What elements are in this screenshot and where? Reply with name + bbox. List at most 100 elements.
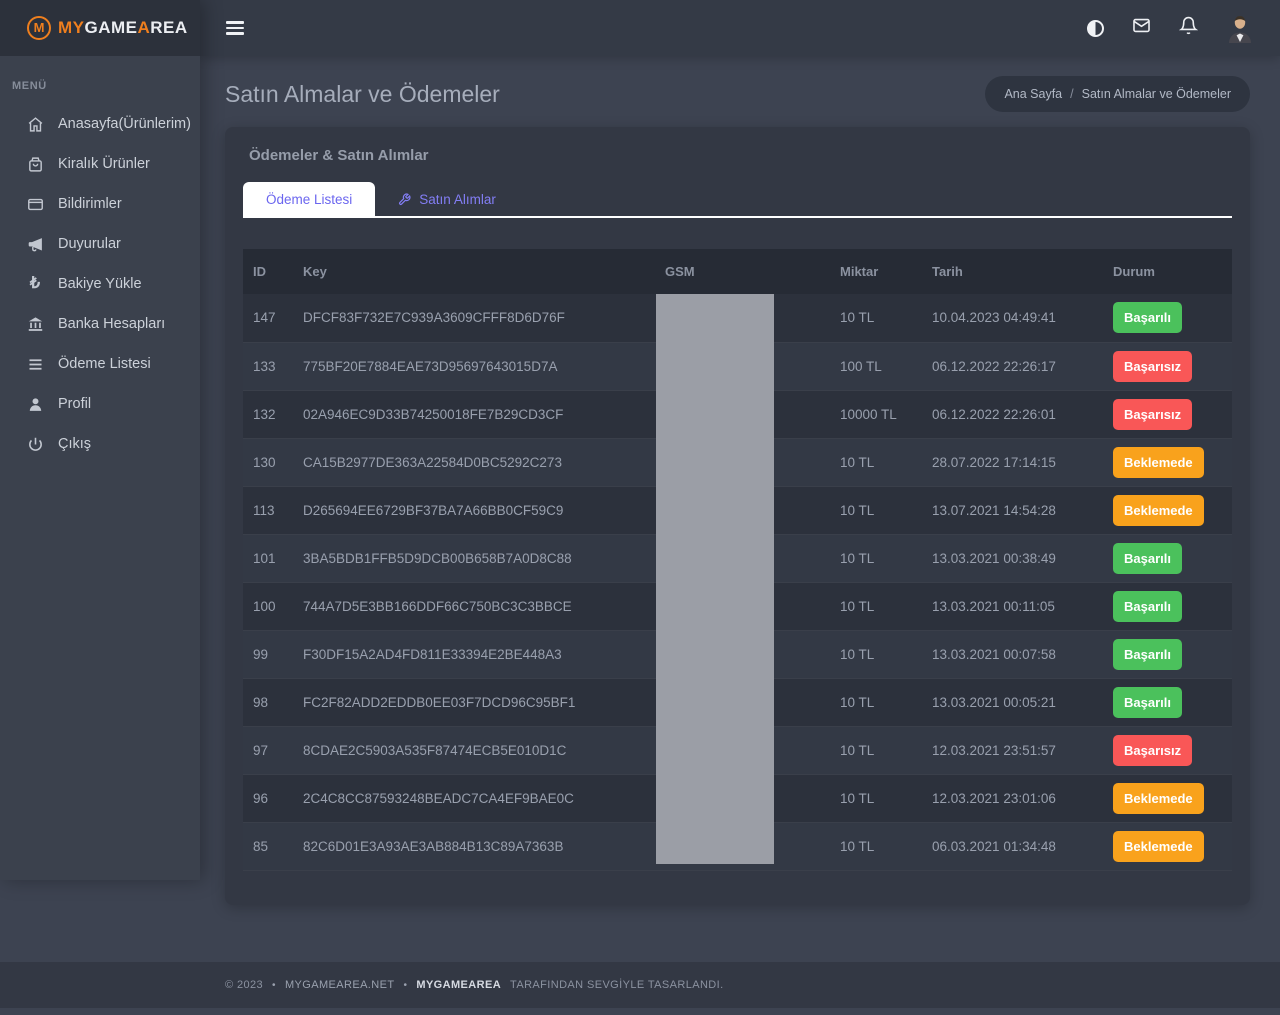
- profile-icon: [26, 395, 44, 413]
- cell-id: 113: [243, 486, 293, 534]
- sidebar-item-cikis[interactable]: Çıkış: [0, 424, 200, 464]
- sidebar-item-label: Profil: [58, 396, 91, 412]
- cell-tarih: 13.03.2021 00:11:05: [922, 582, 1103, 630]
- cell-miktar: 10 TL: [830, 294, 922, 342]
- tab-satin-alimlar[interactable]: Satın Alımlar: [375, 182, 519, 216]
- theme-toggle-button[interactable]: [1087, 20, 1104, 37]
- sidebar-item-label: Ödeme Listesi: [58, 356, 151, 372]
- sidebar-item-label: Bildirimler: [58, 196, 122, 212]
- sidebar-item-label: Bakiye Yükle: [58, 276, 142, 292]
- page-head: Satın Almalar ve Ödemeler Ana Sayfa / Sa…: [200, 56, 1280, 112]
- cell-tarih: 06.12.2022 22:26:17: [922, 342, 1103, 390]
- sidebar-item-label: Duyurular: [58, 236, 121, 252]
- cell-durum: Başarılı: [1103, 294, 1232, 342]
- tab-odeme-listesi[interactable]: Ödeme Listesi: [243, 182, 375, 216]
- user-avatar[interactable]: [1226, 13, 1254, 43]
- tab-label: Ödeme Listesi: [266, 192, 352, 207]
- column-header-miktar: Miktar: [830, 249, 922, 294]
- cell-key: 2C4C8CC87593248BEADC7CA4EF9BAE0C: [293, 774, 655, 822]
- tab-label: Satın Alımlar: [419, 192, 496, 207]
- messages-button[interactable]: [1132, 16, 1151, 40]
- sidebar-item-bildirimler[interactable]: Bildirimler: [0, 184, 200, 224]
- cell-key: 8CDAE2C5903A535F87474ECB5E010D1C: [293, 726, 655, 774]
- navbar-actions: [1087, 13, 1254, 43]
- column-header-id: ID: [243, 249, 293, 294]
- cell-tarih: 12.03.2021 23:01:06: [922, 774, 1103, 822]
- status-badge: Beklemede: [1113, 783, 1204, 814]
- cell-miktar: 10 TL: [830, 486, 922, 534]
- page-title: Satın Almalar ve Ödemeler: [225, 81, 500, 108]
- cell-tarih: 13.03.2021 00:38:49: [922, 534, 1103, 582]
- cell-tarih: 10.04.2023 04:49:41: [922, 294, 1103, 342]
- cell-durum: Başarılı: [1103, 678, 1232, 726]
- sidebar-item-label: Kiralık Ürünler: [58, 156, 150, 172]
- sidebar-item-banka-hesaplari[interactable]: Banka Hesapları: [0, 304, 200, 344]
- bag-icon: [26, 155, 44, 173]
- breadcrumb-separator: /: [1070, 87, 1073, 101]
- breadcrumb-home-link[interactable]: Ana Sayfa: [1004, 87, 1062, 101]
- cell-miktar: 10 TL: [830, 438, 922, 486]
- sidebar-item-anasayfa-urunlerim[interactable]: Anasayfa(Ürünlerim): [0, 104, 200, 144]
- cell-tarih: 13.07.2021 14:54:28: [922, 486, 1103, 534]
- footer-tagline: TARAFINDAN SEVGİYLE TASARLANDI.: [510, 979, 724, 991]
- status-badge: Beklemede: [1113, 831, 1204, 862]
- cell-key: 02A946EC9D33B74250018FE7B29CD3CF: [293, 390, 655, 438]
- cell-tarih: 13.03.2021 00:05:21: [922, 678, 1103, 726]
- cell-tarih: 06.03.2021 01:34:48: [922, 822, 1103, 870]
- cell-key: FC2F82ADD2EDDB0EE03F7DCD96C95BF1: [293, 678, 655, 726]
- cell-id: 99: [243, 630, 293, 678]
- top-navbar: [200, 0, 1280, 56]
- home-icon: [26, 115, 44, 133]
- status-badge: Başarılı: [1113, 543, 1182, 574]
- sidebar-item-odeme-listesi[interactable]: Ödeme Listesi: [0, 344, 200, 384]
- sidebar-item-duyurular[interactable]: Duyurular: [0, 224, 200, 264]
- card-title: Ödemeler & Satın Alımlar: [249, 147, 1232, 164]
- mail-icon: [1132, 16, 1151, 40]
- page-footer: © 2023 • MYGAMEAREA.NET • MYGAMEAREA TAR…: [0, 962, 1280, 1008]
- gsm-redaction-overlay: [656, 294, 774, 864]
- contrast-icon: [1087, 20, 1104, 37]
- table-header-row: IDKeyGSMMiktarTarihDurum: [243, 249, 1232, 294]
- cell-durum: Beklemede: [1103, 822, 1232, 870]
- cell-durum: Başarılı: [1103, 534, 1232, 582]
- cell-tarih: 28.07.2022 17:14:15: [922, 438, 1103, 486]
- cell-id: 132: [243, 390, 293, 438]
- brand-logo[interactable]: M MYGAMEAREA: [0, 0, 200, 56]
- column-header-tarih: Tarih: [922, 249, 1103, 294]
- main-content: Satın Almalar ve Ödemeler Ana Sayfa / Sa…: [200, 56, 1280, 112]
- sidebar-item-label: Çıkış: [58, 436, 91, 452]
- logo-seg: GAME: [85, 18, 138, 37]
- cell-key: 3BA5BDB1FFB5D9DCB00B658B7A0D8C88: [293, 534, 655, 582]
- status-badge: Başarılı: [1113, 687, 1182, 718]
- footer-site: MYGAMEAREA.NET: [285, 979, 395, 991]
- notifications-button[interactable]: [1179, 16, 1198, 40]
- sidebar-item-bakiye-yukle[interactable]: ₺ Bakiye Yükle: [0, 264, 200, 304]
- cell-key: D265694EE6729BF37BA7A66BB0CF59C9: [293, 486, 655, 534]
- sidebar-item-profil[interactable]: Profil: [0, 384, 200, 424]
- status-badge: Başarısız: [1113, 735, 1192, 766]
- logo-seg: MY: [58, 18, 85, 37]
- cell-id: 130: [243, 438, 293, 486]
- status-badge: Başarısız: [1113, 399, 1192, 430]
- cell-id: 97: [243, 726, 293, 774]
- footer-copyright: © 2023: [225, 979, 263, 991]
- bank-icon: [26, 315, 44, 333]
- sidebar-item-kiralik-urunler[interactable]: Kiralık Ürünler: [0, 144, 200, 184]
- cell-miktar: 10 TL: [830, 630, 922, 678]
- lira-icon: ₺: [26, 275, 44, 293]
- menu-toggle-button[interactable]: [226, 18, 244, 38]
- cell-id: 133: [243, 342, 293, 390]
- cell-durum: Beklemede: [1103, 486, 1232, 534]
- cell-tarih: 12.03.2021 23:51:57: [922, 726, 1103, 774]
- cell-durum: Beklemede: [1103, 774, 1232, 822]
- cell-key: F30DF15A2AD4FD811E33394E2BE448A3: [293, 630, 655, 678]
- breadcrumb-current: Satın Almalar ve Ödemeler: [1082, 87, 1231, 101]
- status-badge: Beklemede: [1113, 495, 1204, 526]
- cell-miktar: 100 TL: [830, 342, 922, 390]
- cell-durum: Başarısız: [1103, 726, 1232, 774]
- cell-durum: Başarısız: [1103, 342, 1232, 390]
- avatar-image: [1226, 13, 1254, 43]
- cell-id: 85: [243, 822, 293, 870]
- cell-id: 147: [243, 294, 293, 342]
- cell-key: 775BF20E7884EAE73D95697643015D7A: [293, 342, 655, 390]
